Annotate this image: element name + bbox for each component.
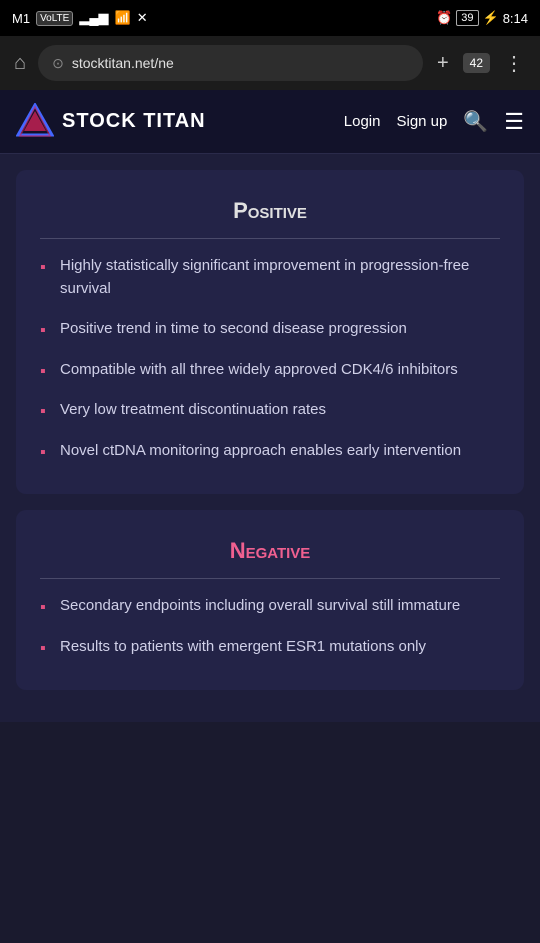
wifi-icon: 📶 — [115, 10, 131, 26]
carrier-label: M1 — [12, 11, 30, 26]
battery-icon: 39 — [456, 10, 478, 26]
new-tab-icon: + — [437, 52, 449, 75]
negative-card: Negative Secondary endpoints including o… — [16, 510, 524, 690]
hamburger-menu-icon[interactable]: ☰ — [504, 109, 524, 135]
list-item: Novel ctDNA monitoring approach enables … — [40, 440, 500, 463]
list-item: Compatible with all three widely approve… — [40, 359, 500, 382]
clock: 8:14 — [503, 11, 528, 26]
alarm-icon: ⏰ — [436, 10, 452, 26]
status-left: M1 VoLTE ▂▄▆ 📶 ✕ — [12, 10, 148, 26]
dots-menu-icon: ⋮ — [504, 51, 524, 76]
logo-icon — [16, 103, 54, 141]
positive-card: Positive Highly statistically significan… — [16, 170, 524, 494]
list-item: Positive trend in time to second disease… — [40, 318, 500, 341]
address-bar[interactable]: ⊙ stocktitan.net/ne — [38, 45, 423, 81]
signup-link[interactable]: Sign up — [396, 113, 447, 130]
new-tab-button[interactable]: + — [431, 48, 455, 79]
status-right: ⏰ 39 ⚡ 8:14 — [436, 10, 528, 26]
negative-card-title: Negative — [40, 538, 500, 579]
nav-links: Login Sign up 🔍 ☰ — [344, 109, 524, 135]
volte-badge: VoLTE — [36, 11, 73, 26]
positive-bullet-list: Highly statistically significant improve… — [40, 255, 500, 462]
negative-bullet-list: Secondary endpoints including overall su… — [40, 595, 500, 658]
status-bar: M1 VoLTE ▂▄▆ 📶 ✕ ⏰ 39 ⚡ 8:14 — [0, 0, 540, 36]
navbar: STOCK TITAN Login Sign up 🔍 ☰ — [0, 90, 540, 154]
list-item: Very low treatment discontinuation rates — [40, 399, 500, 422]
site-security-icon: ⊙ — [52, 55, 64, 72]
signal-icon: ▂▄▆ — [79, 10, 108, 26]
extra-icon: ✕ — [137, 10, 148, 26]
content-area: Positive Highly statistically significan… — [0, 154, 540, 722]
search-icon[interactable]: 🔍 — [463, 109, 488, 134]
address-text: stocktitan.net/ne — [72, 55, 174, 71]
charging-icon: ⚡ — [483, 10, 499, 26]
login-link[interactable]: Login — [344, 113, 381, 130]
list-item: Secondary endpoints including overall su… — [40, 595, 500, 618]
list-item: Highly statistically significant improve… — [40, 255, 500, 300]
list-item: Results to patients with emergent ESR1 m… — [40, 636, 500, 659]
site-title: STOCK TITAN — [62, 110, 206, 133]
logo-container[interactable]: STOCK TITAN — [16, 103, 206, 141]
tab-count-badge[interactable]: 42 — [463, 53, 490, 73]
browser-chrome: ⌂ ⊙ stocktitan.net/ne + 42 ⋮ — [0, 36, 540, 90]
browser-menu-button[interactable]: ⋮ — [498, 47, 530, 80]
positive-card-title: Positive — [40, 198, 500, 239]
home-button[interactable]: ⌂ — [10, 48, 30, 79]
